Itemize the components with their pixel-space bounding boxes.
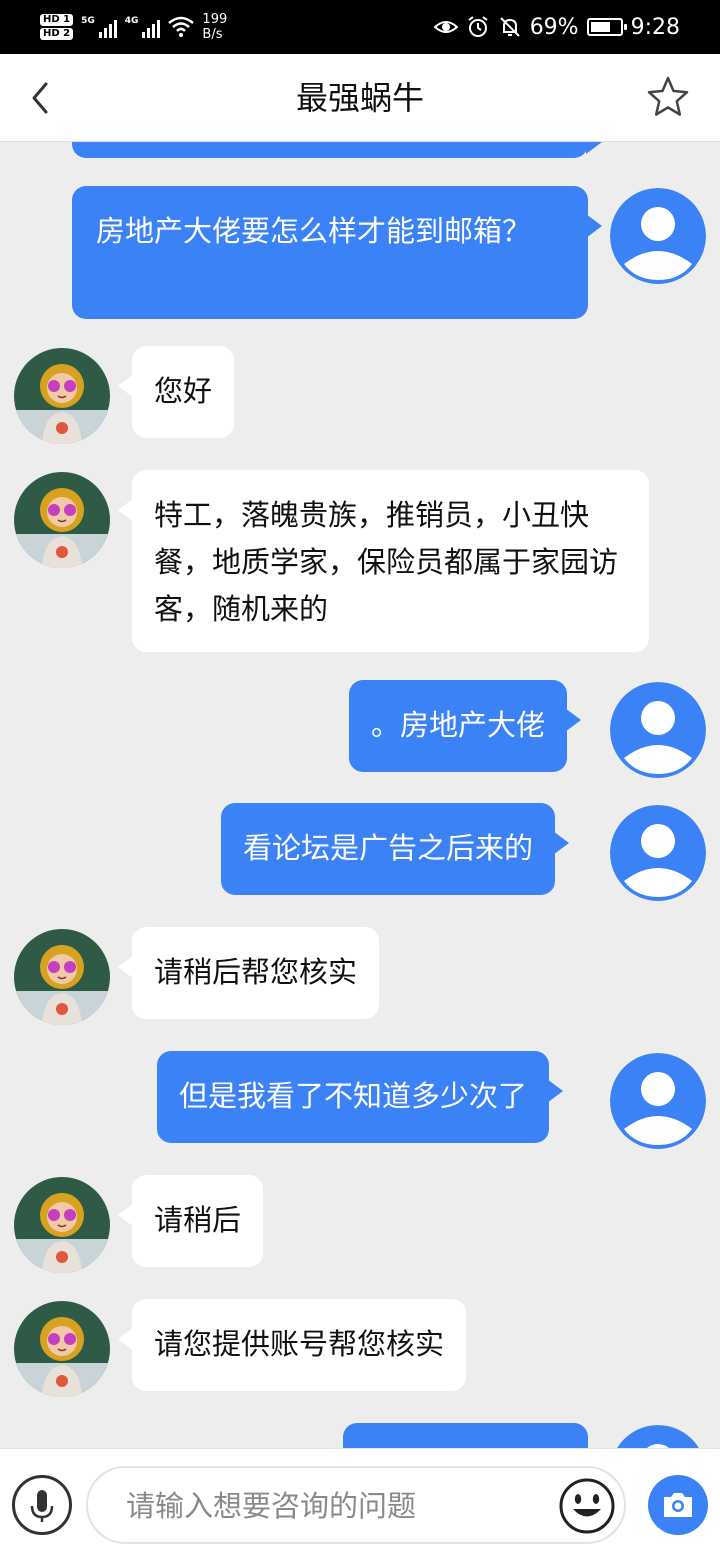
input-bar: [0, 1448, 720, 1560]
message-text: 看论坛是广告之后来的: [243, 831, 534, 865]
alarm-icon: [468, 16, 488, 37]
voice-input-button[interactable]: [12, 1475, 72, 1535]
default-user-icon: [617, 1425, 699, 1448]
agent-avatar[interactable]: [14, 1301, 110, 1397]
message-bubble-in[interactable]: 请稍后: [117, 1175, 264, 1267]
message-bubble-out[interactable]: 房地产大佬要怎么样才能到邮箱？: [72, 186, 602, 319]
star-icon: [647, 76, 689, 116]
user-avatar[interactable]: [610, 805, 706, 901]
message-text: 请稍后: [154, 1203, 242, 1237]
message-text: 房地产大佬要怎么样才能到邮箱？: [96, 214, 532, 248]
message-bubble-in[interactable]: 请您提供账号帮您核实: [117, 1299, 467, 1391]
battery-icon: [586, 18, 627, 36]
message-bubble-out[interactable]: [343, 1423, 588, 1448]
signal-5g-icon: 5G: [81, 16, 117, 38]
page-title: 最强蜗牛: [295, 79, 424, 117]
message-input[interactable]: [126, 1482, 546, 1530]
message-bubble-out[interactable]: 。房地产大佬: [349, 680, 582, 772]
signal-4g-icon: 4G: [125, 16, 161, 38]
rate-value: 199: [202, 12, 228, 27]
message-bubble-out[interactable]: [72, 142, 602, 158]
camera-button[interactable]: [648, 1475, 708, 1535]
message-bubble-in[interactable]: 请稍后帮您核实: [117, 927, 380, 1019]
user-avatar[interactable]: [610, 682, 706, 778]
rate-unit: B/s: [202, 27, 223, 42]
message-bubble-in[interactable]: 您好: [117, 346, 235, 438]
default-user-icon: [610, 805, 706, 901]
status-bar: HD 1 HD 2 5G 4G 199 B/s 69% 9:28: [0, 0, 720, 54]
message-bubble-out[interactable]: 看论坛是广告之后来的: [221, 803, 570, 895]
chat-header: 最强蜗牛: [0, 54, 720, 142]
hd2-badge: HD 2: [40, 28, 74, 40]
message-text: 请您提供账号帮您核实: [154, 1327, 445, 1361]
agent-avatar[interactable]: [14, 929, 110, 1025]
favorite-button[interactable]: [644, 74, 692, 122]
eye-icon: [433, 21, 458, 33]
battery-fill: [590, 22, 610, 32]
smiley-icon: [559, 1478, 615, 1534]
network-5g-label: 5G: [81, 16, 95, 26]
message-text: 您好: [154, 374, 213, 408]
message-text: 但是我看了不知道多少次了: [179, 1079, 528, 1113]
network-rate: 199 B/s: [202, 12, 227, 42]
message-list[interactable]: 房地产大佬要怎么样才能到邮箱？ 您好 特工，落魄贵族，推销员，小丑快餐，地质学家…: [0, 142, 720, 1448]
agent-avatar[interactable]: [14, 1177, 110, 1273]
clock: 9:28: [630, 14, 680, 40]
message-input-container: [86, 1466, 626, 1544]
user-avatar[interactable]: [610, 1053, 706, 1149]
agent-avatar[interactable]: [14, 348, 110, 444]
network-4g-label: 4G: [124, 16, 139, 26]
message-bubble-out[interactable]: 但是我看了不知道多少次了: [157, 1051, 564, 1143]
status-left: HD 1 HD 2 5G 4G 199 B/s: [40, 8, 227, 46]
message-text: 。房地产大佬: [371, 708, 546, 742]
user-avatar[interactable]: [610, 188, 706, 284]
battery-percent: 69%: [529, 14, 579, 40]
emoji-button[interactable]: [558, 1477, 616, 1535]
hd1-badge: HD 1: [40, 14, 74, 26]
camera-icon: [664, 1493, 692, 1517]
user-avatar[interactable]: [610, 1425, 706, 1448]
microphone-icon: [30, 1490, 54, 1522]
message-text: 请稍后帮您核实: [154, 955, 358, 989]
message-bubble-in[interactable]: 特工，落魄贵族，推销员，小丑快餐，地质学家，保险员都属于家园访客，随机来的: [118, 470, 649, 652]
agent-avatar[interactable]: [14, 472, 110, 568]
agent-photo: [14, 1177, 110, 1273]
status-right: 69% 9:28: [433, 8, 680, 46]
agent-photo: [14, 1301, 110, 1397]
default-user-icon: [610, 682, 706, 778]
agent-photo: [14, 929, 110, 1025]
message-text: 特工，落魄贵族，推销员，小丑快餐，地质学家，保险员都属于家园访客，随机来的: [154, 498, 619, 626]
wifi-icon: [168, 16, 195, 37]
mute-bell-icon: [499, 17, 520, 37]
default-user-icon: [610, 1053, 706, 1149]
hd-indicators: HD 1 HD 2: [40, 14, 74, 40]
agent-photo: [14, 348, 110, 444]
default-user-icon: [610, 188, 706, 284]
agent-photo: [14, 472, 110, 568]
